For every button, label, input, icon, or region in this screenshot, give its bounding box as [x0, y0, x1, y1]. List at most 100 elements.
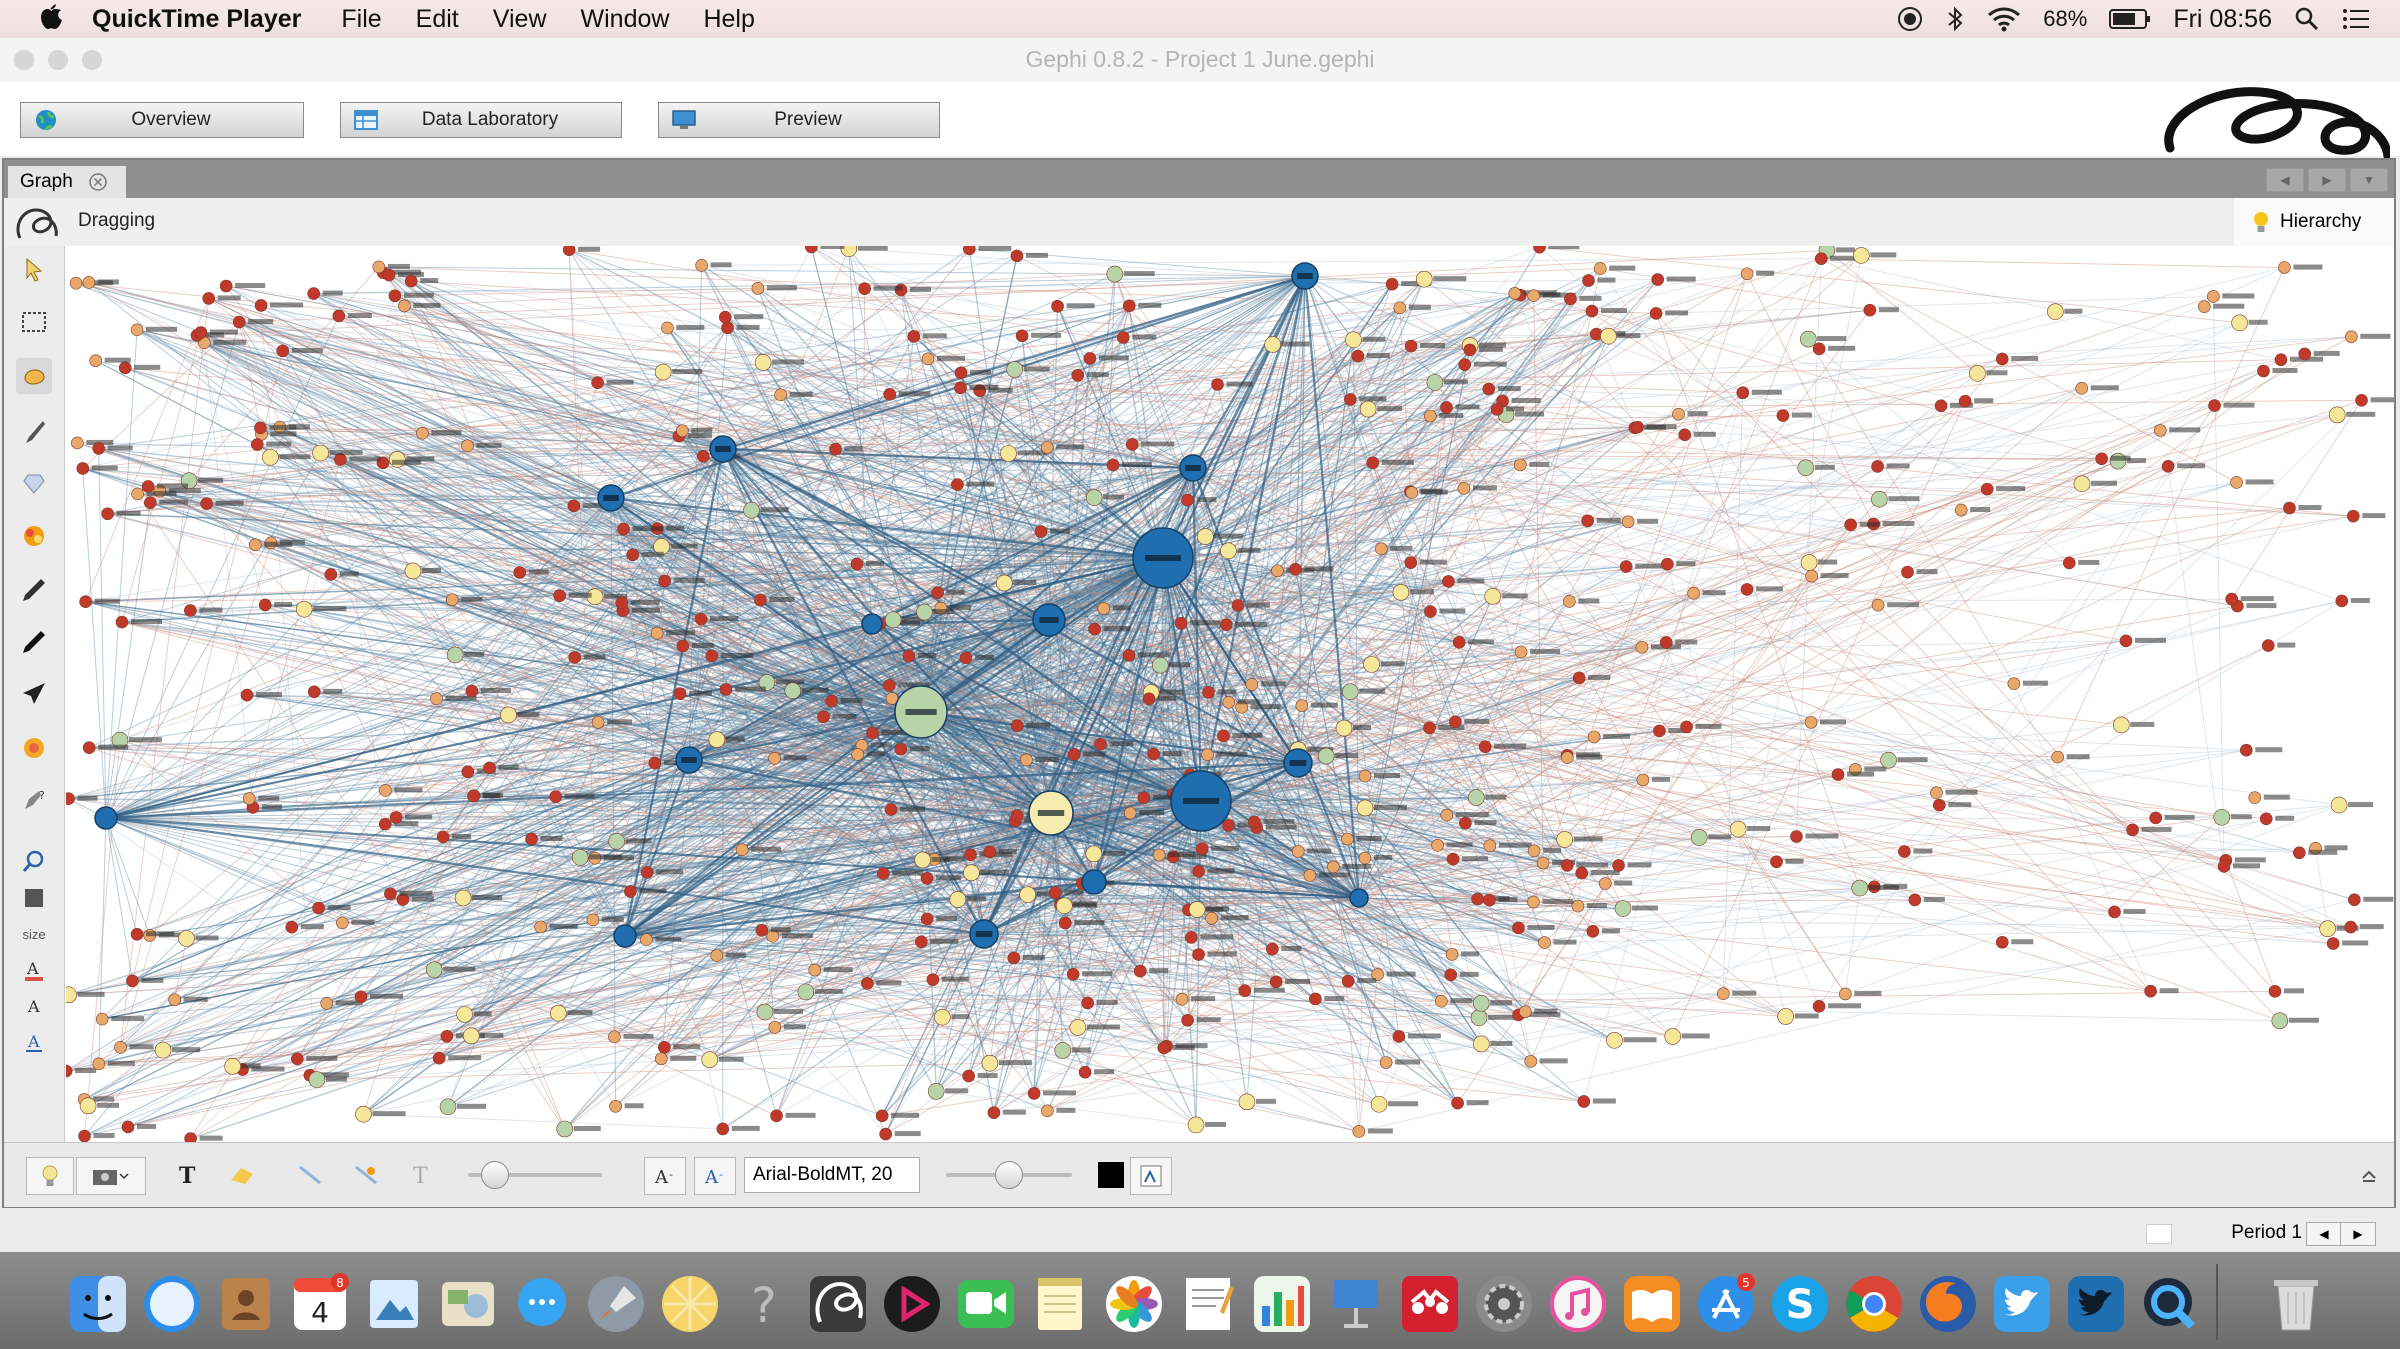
shortest-path-tool[interactable]	[16, 676, 52, 712]
menu-edit[interactable]: Edit	[416, 5, 459, 34]
label-color-swatch[interactable]	[1096, 1157, 1126, 1193]
painter-tool[interactable]	[16, 466, 52, 502]
font-a-icon: A-	[654, 1167, 673, 1188]
node-label-size-tool[interactable]: A	[16, 988, 52, 1024]
ibooks-icon[interactable]	[1620, 1272, 1684, 1336]
chrome-icon[interactable]	[1842, 1272, 1906, 1336]
edge-color-button[interactable]	[346, 1157, 386, 1193]
svg-text:-: -	[719, 1168, 723, 1181]
preview-label: Preview	[774, 109, 842, 130]
media-player-icon[interactable]	[880, 1272, 944, 1336]
hide-labels-button[interactable]	[222, 1157, 262, 1193]
wifi-icon[interactable]	[1987, 6, 2021, 32]
tab-list-button[interactable]: ▼	[2350, 168, 2388, 192]
gephi-dock-icon[interactable]	[806, 1272, 870, 1336]
clock[interactable]: Fri 08:56	[2173, 5, 2272, 34]
background-color-tool[interactable]	[16, 880, 52, 916]
image-capture-icon[interactable]	[436, 1272, 500, 1336]
svg-text:-: -	[669, 1168, 673, 1181]
trash-icon[interactable]	[2264, 1272, 2328, 1336]
menu-app-name[interactable]: QuickTime Player	[92, 5, 301, 34]
label-attributes-button[interactable]	[1130, 1157, 1172, 1195]
menu-view[interactable]: View	[493, 5, 547, 34]
messages-icon[interactable]	[510, 1272, 574, 1336]
launchpad-icon[interactable]	[584, 1272, 648, 1336]
help-icon[interactable]: ?	[732, 1272, 796, 1336]
edge-pencil-tool[interactable]	[16, 624, 52, 660]
edge-labels-button[interactable]: T	[402, 1157, 442, 1193]
menu-window[interactable]: Window	[581, 5, 670, 34]
pencil-tool[interactable]	[16, 572, 52, 608]
tab-scroll-right-button[interactable]: ▶	[2308, 168, 2346, 192]
screenshot-dropdown[interactable]	[76, 1157, 146, 1195]
close-tab-icon[interactable]	[89, 173, 107, 191]
overview-button[interactable]: Overview	[20, 102, 304, 138]
period-next-button[interactable]: ▶	[2340, 1222, 2376, 1246]
font-selector[interactable]: Arial-BoldMT, 20	[744, 1157, 920, 1193]
font-decrease-button[interactable]: A-	[644, 1157, 686, 1195]
node-label-color-tool[interactable]: A	[16, 952, 52, 988]
show-node-labels-button[interactable]	[26, 1157, 74, 1195]
tab-graph[interactable]: Graph	[8, 166, 126, 198]
text-underline-icon: A	[26, 1032, 42, 1052]
bluetooth-icon[interactable]	[1945, 5, 1965, 33]
graph-tools-sidebar: ? size A A A	[4, 246, 65, 1142]
facetime-icon[interactable]	[954, 1272, 1018, 1336]
hierarchy-button[interactable]: Hierarchy	[2234, 198, 2394, 246]
preview-button[interactable]: Preview	[658, 102, 940, 138]
show-labels-text-button[interactable]: T	[168, 1157, 208, 1193]
notes-icon[interactable]	[1028, 1272, 1092, 1336]
data-laboratory-button[interactable]: Data Laboratory	[340, 102, 622, 138]
collapse-bottom-bar-button[interactable]	[2354, 1157, 2384, 1193]
select-tool[interactable]	[16, 252, 52, 288]
safari-icon[interactable]	[140, 1272, 204, 1336]
apple-icon[interactable]	[34, 3, 66, 35]
notification-center-icon[interactable]	[2342, 7, 2370, 31]
graph-canvas[interactable]	[66, 246, 2394, 1142]
system-preferences-icon[interactable]	[1472, 1272, 1536, 1336]
text-light-icon: T	[413, 1164, 428, 1188]
show-edges-button[interactable]	[290, 1157, 330, 1193]
app-store-icon[interactable]: 5	[1694, 1272, 1758, 1336]
size-tool[interactable]	[16, 518, 52, 554]
twitter-dark-icon[interactable]	[2064, 1272, 2128, 1336]
contacts-icon[interactable]	[214, 1272, 278, 1336]
calendar-icon[interactable]: 48	[288, 1272, 352, 1336]
stickies-sun-icon[interactable]	[658, 1272, 722, 1336]
numbers-icon[interactable]	[1250, 1272, 1314, 1336]
heatmap-tool[interactable]	[16, 730, 52, 766]
firefox-icon[interactable]	[1916, 1272, 1980, 1336]
window-titlebar: Gephi 0.8.2 - Project 1 June.gephi	[0, 38, 2400, 83]
twitter-icon[interactable]	[1990, 1272, 2054, 1336]
keynote-icon[interactable]	[1324, 1272, 1388, 1336]
rectangle-select-tool[interactable]	[16, 304, 52, 340]
spotlight-search-icon[interactable]	[2294, 6, 2320, 32]
chevron-down-icon	[119, 1173, 129, 1180]
period-prev-button[interactable]: ◀	[2306, 1222, 2342, 1246]
record-icon[interactable]	[1897, 6, 1923, 32]
menu-help[interactable]: Help	[703, 5, 754, 34]
mendeley-icon[interactable]	[1398, 1272, 1462, 1336]
drag-tool[interactable]	[16, 358, 52, 394]
preview-app-icon[interactable]	[362, 1272, 426, 1336]
tab-scroll-left-button[interactable]: ◀	[2266, 168, 2304, 192]
photos-icon[interactable]	[1102, 1272, 1166, 1336]
gephi-mini-logo-icon	[16, 208, 58, 239]
font-color-button[interactable]: A-	[694, 1157, 736, 1195]
itunes-icon[interactable]	[1546, 1272, 1610, 1336]
brush-tool[interactable]	[16, 414, 52, 450]
battery-icon[interactable]	[2109, 8, 2151, 30]
skype-icon[interactable]: S	[1768, 1272, 1832, 1336]
edge-label-tool[interactable]: A	[16, 1024, 52, 1060]
edge-weight-slider-knob[interactable]	[481, 1161, 509, 1189]
svg-text:S: S	[1786, 1282, 1815, 1328]
finder-icon[interactable]	[66, 1272, 130, 1336]
font-size-slider-knob[interactable]	[995, 1161, 1023, 1189]
edit-tool[interactable]: ?	[16, 782, 52, 818]
size-label[interactable]: size	[16, 916, 52, 952]
timeline-toggle[interactable]	[2146, 1224, 2172, 1244]
textedit-icon[interactable]	[1176, 1272, 1240, 1336]
center-on-graph-tool[interactable]	[16, 844, 52, 880]
quicktime-icon[interactable]	[2138, 1272, 2202, 1336]
menu-file[interactable]: File	[341, 5, 381, 34]
